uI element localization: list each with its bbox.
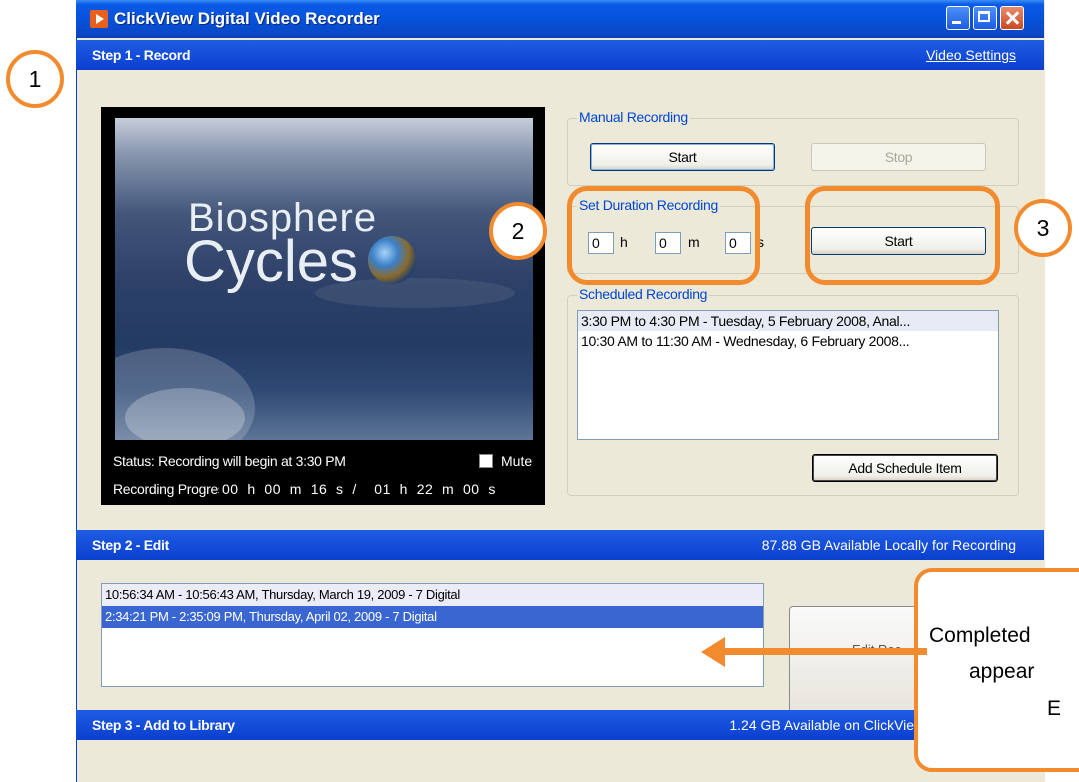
recording-progress-value: 00 h 00 m 16 s / 01 h 22 m 00 s bbox=[222, 481, 496, 497]
mute-checkbox[interactable] bbox=[479, 454, 493, 468]
step3-header: Step 3 - Add to Library 1.24 GB Availabl… bbox=[76, 710, 1044, 740]
scheduled-item[interactable]: 3:30 PM to 4:30 PM - Tuesday, 5 February… bbox=[578, 311, 998, 331]
step3-label: Step 3 - Add to Library bbox=[92, 717, 235, 733]
manual-recording-legend: Manual Recording bbox=[577, 109, 690, 125]
callout-text-line3: E bbox=[1047, 697, 1062, 720]
clickview-app-icon bbox=[90, 10, 108, 28]
recording-item[interactable]: 10:56:34 AM - 10:56:43 AM, Thursday, Mar… bbox=[102, 584, 763, 606]
arrow-line bbox=[724, 648, 927, 655]
annotation-badge-1: 1 bbox=[6, 50, 64, 108]
minimize-icon[interactable] bbox=[946, 6, 970, 30]
duration-highlight bbox=[567, 186, 760, 285]
recording-item[interactable]: 2:34:21 PM - 2:35:09 PM, Thursday, April… bbox=[102, 606, 763, 628]
step1-header: Step 1 - Record Video Settings bbox=[76, 40, 1044, 70]
annotation-badge-2: 2 bbox=[489, 202, 547, 260]
scheduled-recording-legend: Scheduled Recording bbox=[577, 286, 710, 302]
close-icon[interactable] bbox=[1000, 6, 1024, 30]
callout-text-line1: Completed bbox=[929, 624, 1031, 647]
video-settings-link[interactable]: Video Settings bbox=[926, 47, 1016, 63]
step2-label: Step 2 - Edit bbox=[92, 537, 169, 553]
maximize-icon[interactable] bbox=[973, 6, 997, 30]
mute-label: Mute bbox=[501, 453, 533, 469]
manual-start-button[interactable]: Start bbox=[590, 143, 775, 171]
scheduled-item[interactable]: 10:30 AM to 11:30 AM - Wednesday, 6 Febr… bbox=[578, 331, 998, 351]
manual-stop-button[interactable]: Stop bbox=[811, 143, 986, 171]
recording-status: Status: Recording will begin at 3:30 PM bbox=[113, 453, 346, 469]
arrow-left-icon bbox=[701, 637, 725, 667]
step1-label: Step 1 - Record bbox=[92, 47, 191, 63]
step2-header: Step 2 - Edit 87.88 GB Available Locally… bbox=[76, 530, 1044, 560]
start-highlight bbox=[805, 186, 1000, 285]
recording-progress-label: Recording Progress bbox=[113, 481, 219, 497]
window-title: ClickView Digital Video Recorder bbox=[114, 9, 380, 28]
local-space-available: 87.88 GB Available Locally for Recording bbox=[761, 537, 1016, 553]
callout-text-line2: appear bbox=[969, 660, 1035, 683]
completed-recordings-list[interactable]: 10:56:34 AM - 10:56:43 AM, Thursday, Mar… bbox=[101, 583, 764, 687]
add-schedule-item-button[interactable]: Add Schedule Item bbox=[812, 454, 998, 482]
annotation-badge-3: 3 bbox=[1014, 199, 1072, 257]
globe-icon bbox=[368, 236, 416, 284]
scheduled-recording-list[interactable]: 3:30 PM to 4:30 PM - Tuesday, 5 February… bbox=[577, 310, 999, 440]
video-title-line2: Cycles bbox=[184, 229, 359, 294]
